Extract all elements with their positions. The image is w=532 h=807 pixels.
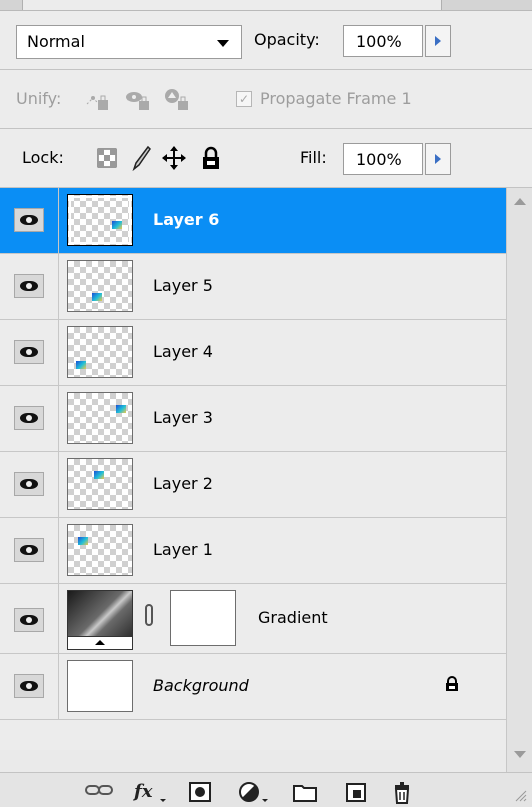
thumbnail-content xyxy=(112,221,122,229)
layer-name[interactable]: Layer 5 xyxy=(153,276,213,295)
opacity-value: 100% xyxy=(356,32,402,51)
layer-name[interactable]: Layer 6 xyxy=(153,210,219,229)
new-layer-icon[interactable] xyxy=(344,781,370,803)
gradient-fill-badge xyxy=(68,636,132,649)
thumbnail-content xyxy=(78,537,88,545)
propagate-checkbox[interactable]: ✓ xyxy=(236,91,252,107)
link-icon[interactable] xyxy=(145,604,153,626)
layer-thumbnail[interactable] xyxy=(67,524,133,576)
layers-scrollbar[interactable] xyxy=(506,188,532,772)
layer-thumbnail[interactable] xyxy=(67,326,133,378)
eye-icon xyxy=(20,281,38,291)
fill-stepper-button[interactable] xyxy=(425,143,451,175)
visibility-cell xyxy=(0,254,59,319)
layer-name[interactable]: Layer 3 xyxy=(153,408,213,427)
visibility-toggle[interactable] xyxy=(14,608,44,632)
thumbnail-content xyxy=(116,405,126,413)
visibility-cell xyxy=(0,518,59,583)
visibility-toggle[interactable] xyxy=(14,472,44,496)
propagate-label: Propagate Frame 1 xyxy=(260,89,412,108)
layer-row-layer-2[interactable]: Layer 2 xyxy=(0,452,506,518)
blend-mode-select[interactable]: Normal xyxy=(16,25,242,59)
adjustment-layer-icon[interactable] xyxy=(238,781,270,803)
thumbnail-content xyxy=(76,361,86,369)
eye-icon xyxy=(20,347,38,357)
resize-grip-icon[interactable] xyxy=(512,787,528,803)
scroll-down-icon[interactable] xyxy=(514,751,526,758)
delete-layer-icon[interactable] xyxy=(392,781,414,805)
visibility-cell xyxy=(0,386,59,451)
layer-thumbnail[interactable] xyxy=(67,260,133,312)
fill-input[interactable]: 100% xyxy=(343,143,423,175)
layer-name[interactable]: Layer 1 xyxy=(153,540,213,559)
svg-text:fx: fx xyxy=(132,781,153,802)
layer-thumbnail[interactable] xyxy=(67,458,133,510)
link-layers-icon[interactable] xyxy=(84,781,114,799)
add-mask-icon[interactable] xyxy=(188,781,214,803)
lock-fill-row: Lock: Fill: 100% xyxy=(0,129,532,188)
layer-thumbnail[interactable] xyxy=(67,194,133,246)
opacity-label: Opacity: xyxy=(254,30,320,49)
fx-icon[interactable]: fx xyxy=(132,781,168,803)
eye-icon xyxy=(20,545,38,555)
layer-row-layer-3[interactable]: Layer 3 xyxy=(0,386,506,452)
lock-all-icon[interactable] xyxy=(200,145,222,171)
lock-position-icon[interactable] xyxy=(162,145,186,171)
layer-row-layer-5[interactable]: Layer 5 xyxy=(0,254,506,320)
panel-tab[interactable] xyxy=(22,0,442,10)
opacity-input[interactable]: 100% xyxy=(343,25,423,57)
layer-name[interactable]: Layer 4 xyxy=(153,342,213,361)
unify-row: Unify: ✓ Propagate Frame 1 xyxy=(0,70,532,129)
panel-tab-strip xyxy=(0,0,532,11)
visibility-toggle[interactable] xyxy=(14,538,44,562)
visibility-cell xyxy=(0,452,59,517)
chevron-down-icon xyxy=(217,40,229,47)
unify-position-icon[interactable] xyxy=(84,86,112,112)
fill-value: 100% xyxy=(356,150,402,169)
eye-icon xyxy=(20,681,38,691)
eye-icon xyxy=(20,615,38,625)
layer-thumbnail[interactable] xyxy=(67,392,133,444)
visibility-toggle[interactable] xyxy=(14,406,44,430)
thumbnail-content xyxy=(94,471,104,479)
visibility-cell xyxy=(0,584,59,653)
lock-transparency-icon[interactable] xyxy=(96,147,118,169)
visibility-cell xyxy=(0,654,59,719)
layer-row-gradient[interactable]: Gradient xyxy=(0,584,506,654)
opacity-stepper-button[interactable] xyxy=(425,25,451,57)
layer-row-background[interactable]: Background xyxy=(0,654,506,720)
visibility-cell xyxy=(0,188,59,253)
layer-thumbnail[interactable] xyxy=(67,660,133,712)
fill-label: Fill: xyxy=(300,148,327,167)
lock-image-pixels-icon[interactable] xyxy=(128,145,152,171)
blend-opacity-row: Normal Opacity: 100% xyxy=(0,11,532,70)
eye-icon xyxy=(20,479,38,489)
layer-mask-thumbnail[interactable] xyxy=(170,590,236,646)
unify-visibility-icon[interactable] xyxy=(124,86,152,112)
scroll-up-icon[interactable] xyxy=(514,198,526,205)
eye-icon xyxy=(20,215,38,225)
gradient-thumbnail[interactable] xyxy=(67,590,133,650)
visibility-toggle[interactable] xyxy=(14,674,44,698)
layer-row-layer-1[interactable]: Layer 1 xyxy=(0,518,506,584)
layers-bottom-toolbar: fx xyxy=(0,772,532,807)
layer-row-layer-6[interactable]: Layer 6 xyxy=(0,188,506,254)
thumbnail-content xyxy=(92,293,102,301)
unify-style-icon[interactable] xyxy=(162,86,192,112)
eye-icon xyxy=(20,413,38,423)
layers-list: Layer 6 Layer 5 Layer 4 Layer 3 Layer 2 … xyxy=(0,188,532,750)
layer-row-layer-4[interactable]: Layer 4 xyxy=(0,320,506,386)
lock-icon xyxy=(446,676,458,691)
unify-label: Unify: xyxy=(16,89,62,108)
visibility-toggle[interactable] xyxy=(14,274,44,298)
visibility-cell xyxy=(0,320,59,385)
visibility-toggle[interactable] xyxy=(14,340,44,364)
visibility-toggle[interactable] xyxy=(14,208,44,232)
layer-name[interactable]: Layer 2 xyxy=(153,474,213,493)
blend-mode-value: Normal xyxy=(27,32,85,51)
layer-name[interactable]: Background xyxy=(153,676,249,695)
lock-label: Lock: xyxy=(22,148,64,167)
layer-name[interactable]: Gradient xyxy=(258,608,328,627)
new-group-icon[interactable] xyxy=(292,781,318,803)
